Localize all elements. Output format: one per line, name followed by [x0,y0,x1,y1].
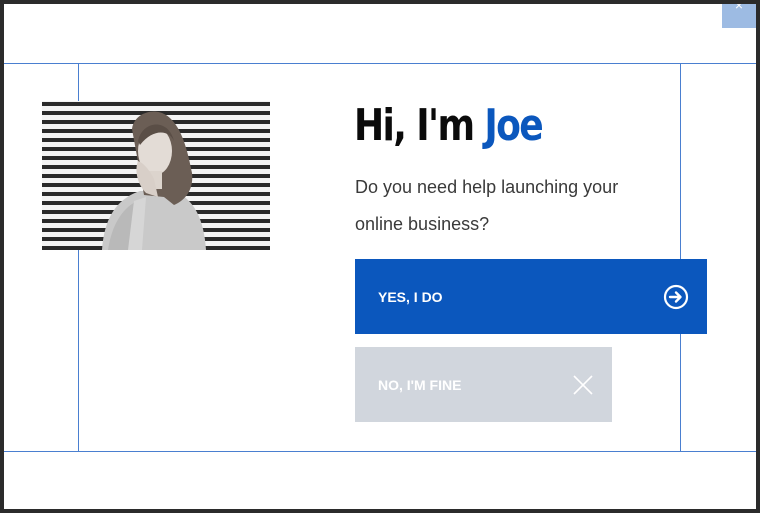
portrait-photo [42,101,270,250]
yes-button-label: YES, I DO [378,288,443,305]
portrait-image [42,101,270,250]
headline: Hi, I'm Joe [354,98,544,154]
close-icon: × [734,4,744,13]
headline-name: Joe [484,100,543,151]
guide-line-top [4,63,756,64]
close-x-icon [573,374,593,395]
subtitle: Do you need help launching your online b… [355,177,619,234]
no-button-label: NO, I'M FINE [378,376,462,393]
yes-button[interactable]: YES, I DO [355,259,707,334]
guide-line-bottom [4,451,756,452]
guide-line-right [680,63,681,451]
no-button[interactable]: NO, I'M FINE [355,347,612,422]
headline-prefix: Hi, I'm [354,100,485,151]
arrow-right-circle-icon [663,284,689,309]
close-popup-button[interactable]: × [722,4,756,28]
optin-popup: × Hi, I'm Joe Do you need help launching… [4,4,756,509]
